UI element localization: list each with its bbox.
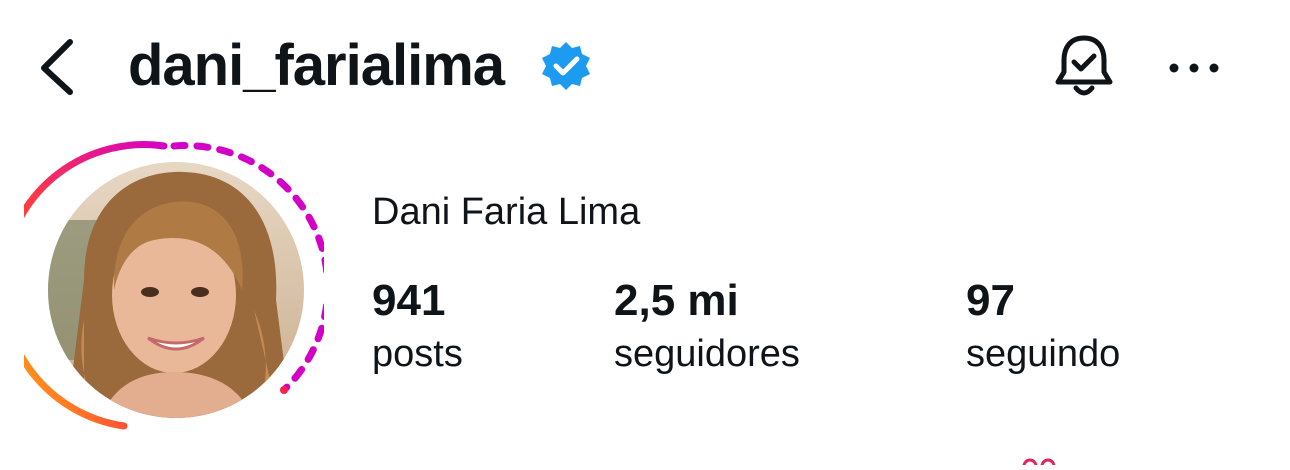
stat-following[interactable]: 97 seguindo bbox=[966, 276, 1120, 378]
following-count: 97 bbox=[966, 276, 1015, 325]
followers-label: seguidores bbox=[614, 333, 800, 375]
profile-username: dani_farialima bbox=[128, 33, 505, 98]
back-button[interactable] bbox=[30, 30, 90, 102]
verified-badge-icon bbox=[540, 40, 592, 92]
posts-label: posts bbox=[372, 333, 463, 375]
profile-photo bbox=[48, 162, 304, 418]
chevron-left-icon bbox=[41, 39, 73, 95]
profile-header: dani_farialima bbox=[0, 0, 1290, 130]
notifications-button[interactable] bbox=[1050, 30, 1118, 102]
profile-display-name: Dani Faria Lima bbox=[372, 191, 641, 233]
bell-check-icon bbox=[1055, 35, 1113, 96]
profile-avatar[interactable] bbox=[24, 140, 324, 440]
followers-count: 2,5 mi bbox=[614, 276, 739, 325]
stat-followers[interactable]: 2,5 mi seguidores bbox=[614, 276, 800, 378]
stat-posts[interactable]: 941 posts bbox=[372, 276, 463, 378]
more-horizontal-icon bbox=[1169, 63, 1219, 73]
following-label: seguindo bbox=[966, 333, 1121, 375]
heart-icon bbox=[1016, 452, 1064, 470]
posts-count: 941 bbox=[372, 276, 446, 325]
more-options-button[interactable] bbox=[1164, 46, 1224, 86]
